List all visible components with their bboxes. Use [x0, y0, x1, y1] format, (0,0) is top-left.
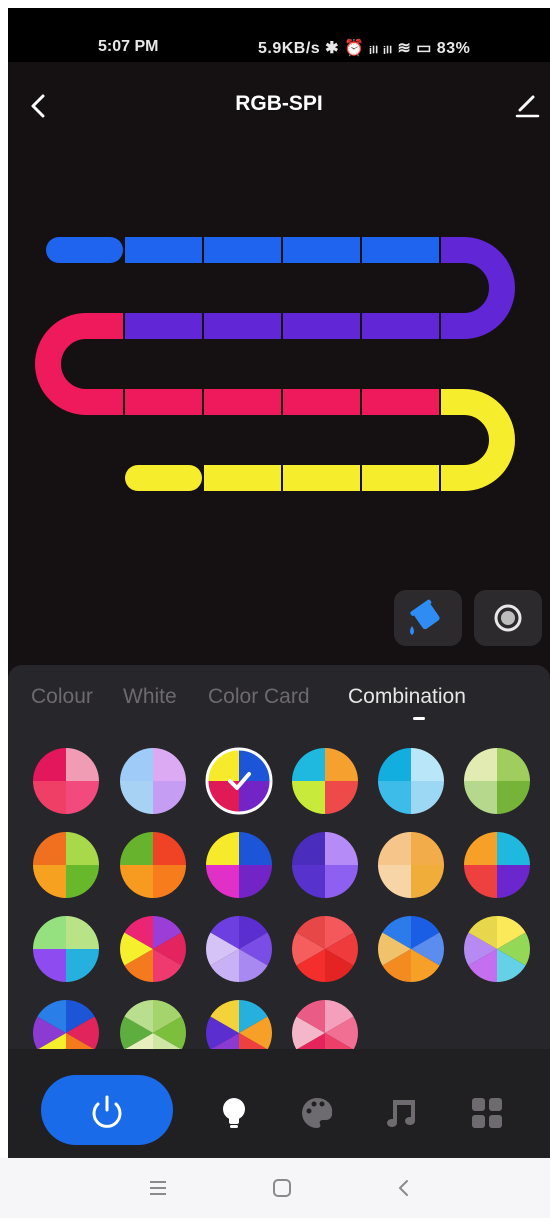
combination-swatch[interactable]: [205, 999, 273, 1049]
nav-music-button[interactable]: [384, 1095, 420, 1131]
combination-swatch[interactable]: [291, 747, 359, 815]
combination-swatch[interactable]: [377, 831, 445, 899]
menu-icon: [150, 1181, 166, 1195]
strip-segment: [283, 465, 360, 491]
combination-swatch[interactable]: [377, 915, 445, 983]
strip-segment: [362, 237, 439, 263]
strip-segment: [46, 237, 123, 263]
strip-segment: [362, 465, 439, 491]
nav-scene-button[interactable]: [299, 1095, 335, 1131]
music-note-icon: [387, 1100, 415, 1127]
combination-swatch[interactable]: [463, 915, 531, 983]
combination-swatch[interactable]: [205, 747, 273, 815]
strip-segment: [204, 313, 281, 339]
combination-swatch[interactable]: [291, 915, 359, 983]
active-tab-indicator: [413, 717, 425, 720]
combination-swatch[interactable]: [463, 831, 531, 899]
combination-swatch[interactable]: [32, 747, 100, 815]
color-panel: Colour White Color Card Combination: [8, 665, 550, 1158]
combination-swatch[interactable]: [291, 999, 359, 1049]
strip-segment: [362, 313, 439, 339]
system-menu-button[interactable]: [146, 1176, 170, 1200]
strip-curve: [441, 389, 515, 491]
system-back-button[interactable]: [392, 1176, 416, 1200]
strip-segment: [283, 237, 360, 263]
combination-grid: [8, 729, 550, 1049]
strip-curve: [35, 313, 123, 415]
combination-swatch[interactable]: [463, 747, 531, 815]
combination-swatch[interactable]: [291, 831, 359, 899]
grid-icon: [472, 1098, 502, 1128]
combination-swatch[interactable]: [119, 831, 187, 899]
palette-icon: [302, 1097, 333, 1128]
color-mode-tabs: Colour White Color Card Combination: [8, 665, 550, 729]
strip-segment: [125, 237, 202, 263]
strip-segment: [283, 313, 360, 339]
tab-colour[interactable]: Colour: [31, 685, 93, 709]
combination-swatch[interactable]: [119, 915, 187, 983]
record-button[interactable]: [474, 590, 542, 646]
power-button[interactable]: [41, 1075, 173, 1145]
lightbulb-icon: [223, 1098, 245, 1128]
strip-segment: [204, 389, 281, 415]
led-strip-preview: [35, 237, 515, 491]
app-screen: 5:07 PM 5.9KB/s ✱ ⏰ ᵢₗₗ ᵢₗₗ ≋ ▭ 83% RGB-…: [8, 8, 550, 1158]
tab-white[interactable]: White: [123, 685, 177, 709]
paint-bucket-button[interactable]: [394, 590, 462, 646]
strip-segment: [204, 237, 281, 263]
strip-segment: [125, 389, 202, 415]
record-dot-icon: [494, 604, 522, 632]
combination-swatch[interactable]: [205, 831, 273, 899]
system-home-button[interactable]: [270, 1176, 294, 1200]
combination-swatch[interactable]: [205, 915, 273, 983]
system-nav-bar: [0, 1158, 550, 1218]
combination-swatch[interactable]: [119, 747, 187, 815]
back-chevron-icon: [399, 1180, 408, 1196]
tab-color-card[interactable]: Color Card: [208, 685, 310, 709]
strip-curve: [441, 237, 515, 339]
strip-segment: [204, 465, 281, 491]
combination-swatch[interactable]: [32, 915, 100, 983]
paint-bucket-icon: [410, 599, 440, 635]
power-icon: [92, 1095, 122, 1128]
strip-segment: [283, 389, 360, 415]
nav-more-button[interactable]: [469, 1095, 505, 1131]
strip-segment: [125, 313, 202, 339]
tab-combination[interactable]: Combination: [348, 685, 466, 709]
combination-swatch[interactable]: [32, 831, 100, 899]
combination-swatch[interactable]: [377, 747, 445, 815]
combination-swatch[interactable]: [119, 999, 187, 1049]
strip-segment: [125, 465, 202, 491]
strip-segment: [362, 389, 439, 415]
nav-light-button[interactable]: [216, 1095, 252, 1131]
bottom-nav: [8, 1049, 550, 1158]
combination-swatch[interactable]: [32, 999, 100, 1049]
home-square-icon: [273, 1179, 291, 1197]
